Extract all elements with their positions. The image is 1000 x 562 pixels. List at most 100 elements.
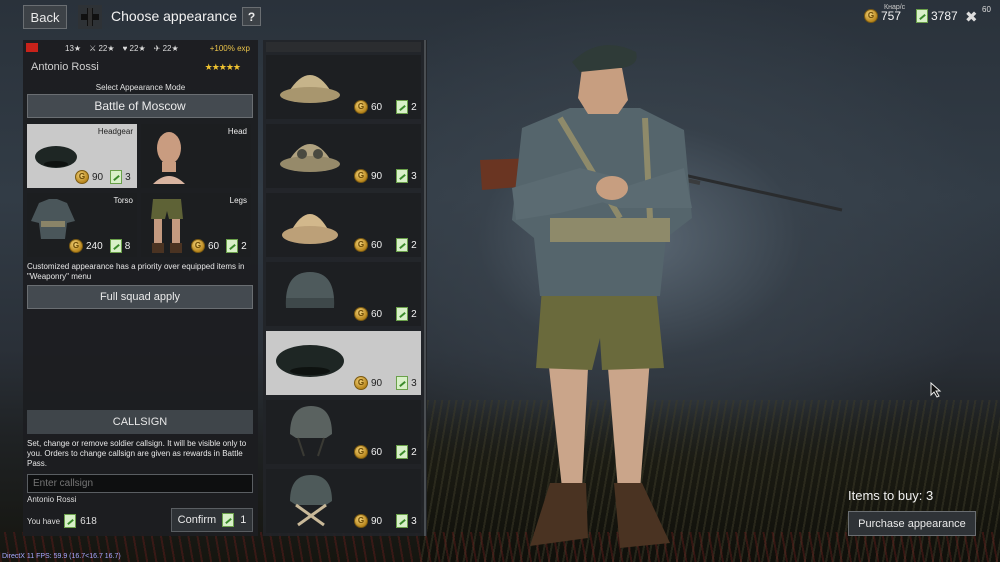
item-price: G 60 2: [354, 445, 417, 459]
appearance-mode-select[interactable]: Battle of Moscow: [27, 94, 253, 118]
tickets-balance[interactable]: 3787: [916, 9, 958, 23]
list-top-edge: [266, 42, 421, 52]
balkenkreuz-icon: [78, 5, 102, 29]
gold-coin-icon: G: [75, 170, 89, 184]
gold-amount: 757: [881, 9, 902, 23]
slot-label: Head: [227, 127, 247, 136]
confirm-cost: 1: [240, 514, 247, 526]
ticket-cost: 3: [411, 170, 417, 182]
gold-cost: 90: [371, 515, 383, 527]
gold-cost: 60: [371, 101, 383, 113]
list-item-selected[interactable]: G 90 3: [266, 331, 421, 395]
ticket-icon: [396, 514, 409, 528]
list-item[interactable]: G 60 2: [266, 400, 421, 464]
ticket-icon: [110, 170, 123, 184]
gold-cost: 90: [92, 171, 104, 183]
item-price: G 90 3: [354, 514, 417, 528]
slot-legs[interactable]: Legs G 60 2: [141, 193, 251, 257]
back-button[interactable]: Back: [23, 5, 67, 29]
slot-label: Torso: [113, 196, 133, 205]
slot-price: G 90 3: [75, 170, 131, 184]
beret-icon: [276, 345, 344, 377]
item-price: G 60 2: [354, 307, 417, 321]
appearance-panel: 13★ ⚔ 22★ ♥ 22★ ✈ 22★ +100% exp Antonio …: [23, 40, 258, 536]
close-count: 60: [982, 5, 991, 14]
list-scrollbar[interactable]: [424, 40, 426, 536]
stat-value: 13★: [65, 44, 82, 53]
list-item[interactable]: G 60 2: [266, 193, 421, 257]
slot-head[interactable]: Head: [141, 124, 251, 188]
shorts-icon: [151, 199, 183, 253]
gold-coin-icon: G: [354, 445, 368, 459]
ticket-icon: [396, 238, 409, 252]
confirm-button[interactable]: Confirm 1: [171, 508, 253, 532]
gold-cost: 90: [371, 170, 383, 182]
ticket-cost: 3: [411, 377, 417, 389]
ticket-cost: 2: [411, 446, 417, 458]
ticket-icon: [396, 169, 409, 183]
ticket-cost: 2: [411, 239, 417, 251]
stat-value: ♥ 22★: [122, 44, 146, 53]
steel-helmet-icon: [290, 406, 332, 457]
stat-value: ✈ 22★: [153, 44, 179, 53]
steel-helmet-net-icon: [290, 475, 332, 527]
current-callsign: Antonio Rossi: [27, 495, 77, 504]
slot-label: Legs: [229, 196, 247, 205]
gold-cost: 90: [371, 377, 383, 389]
slot-torso[interactable]: Torso G 240 8: [27, 193, 137, 257]
tickets-amount: 3787: [931, 9, 958, 23]
ticket-cost: 3: [411, 515, 417, 527]
soldier-stats: 13★ ⚔ 22★ ♥ 22★ ✈ 22★: [65, 44, 179, 53]
rating-stars: ★★★★★: [204, 62, 241, 72]
gold-coin-icon: G: [191, 239, 205, 253]
pith-helmet-tan-icon: [282, 214, 338, 244]
gold-coin-icon: G: [864, 9, 878, 23]
ticket-cost: 2: [241, 240, 247, 252]
gold-cost: 60: [208, 240, 220, 252]
purchase-appearance-button[interactable]: Purchase appearance: [848, 511, 976, 536]
head-portrait-icon: [153, 132, 185, 184]
slot-headgear[interactable]: Headgear G 90 3: [27, 124, 137, 188]
you-have-label: You have: [27, 516, 61, 526]
ticket-icon: [396, 307, 409, 321]
field-cap-icon: [285, 272, 335, 308]
list-item[interactable]: G 90 3: [266, 124, 421, 188]
ticket-cost: 3: [125, 171, 131, 183]
ticket-icon: [396, 445, 409, 459]
ticket-icon: [916, 9, 928, 23]
you-have-amount: 618: [80, 515, 97, 527]
rank-flag-icon: [26, 43, 38, 52]
ticket-icon: [396, 376, 409, 390]
callsign-description: Set, change or remove soldier callsign. …: [27, 439, 247, 468]
beret-on-head: [572, 44, 637, 72]
gold-cost: 60: [371, 446, 383, 458]
appearance-mode-label: Select Appearance Mode: [95, 83, 186, 92]
stat-value: ⚔ 22★: [89, 44, 115, 53]
callsign-input[interactable]: [27, 474, 253, 493]
close-icon[interactable]: ✖: [965, 8, 978, 26]
help-button[interactable]: ?: [242, 7, 261, 26]
gold-balance[interactable]: G 757: [864, 9, 901, 23]
list-item[interactable]: G 60 2: [266, 55, 421, 119]
item-price: G 60 2: [354, 100, 417, 114]
gold-cost: 60: [371, 239, 383, 251]
headgear-list[interactable]: G 60 2 G 90 3 G 60 2 G 60 2 G 90 3 G 60 …: [263, 40, 427, 536]
item-price: G 90 3: [354, 376, 417, 390]
exp-bonus: +100% exp: [209, 44, 250, 53]
gold-cost: 240: [86, 240, 103, 252]
mouse-cursor-icon: [930, 382, 942, 398]
full-squad-apply-button[interactable]: Full squad apply: [27, 285, 253, 309]
tunic-icon: [31, 199, 75, 239]
callsign-header: CALLSIGN: [27, 410, 253, 434]
you-have: You have 618: [27, 514, 97, 528]
soldier-preview[interactable]: [470, 38, 850, 558]
priority-note: Customized appearance has a priority ove…: [27, 262, 245, 281]
ticket-cost: 2: [411, 308, 417, 320]
fps-counter: DirectX 11 FPS: 59.9 (16.7<16.7 16.7): [2, 553, 121, 560]
soldier-header: 13★ ⚔ 22★ ♥ 22★ ✈ 22★ +100% exp Antonio …: [23, 40, 258, 78]
ticket-icon: [396, 100, 409, 114]
soldier-name: Antonio Rossi: [31, 61, 99, 73]
ticket-icon: [109, 239, 122, 253]
list-item[interactable]: G 90 3: [266, 469, 421, 533]
list-item[interactable]: G 60 2: [266, 262, 421, 326]
